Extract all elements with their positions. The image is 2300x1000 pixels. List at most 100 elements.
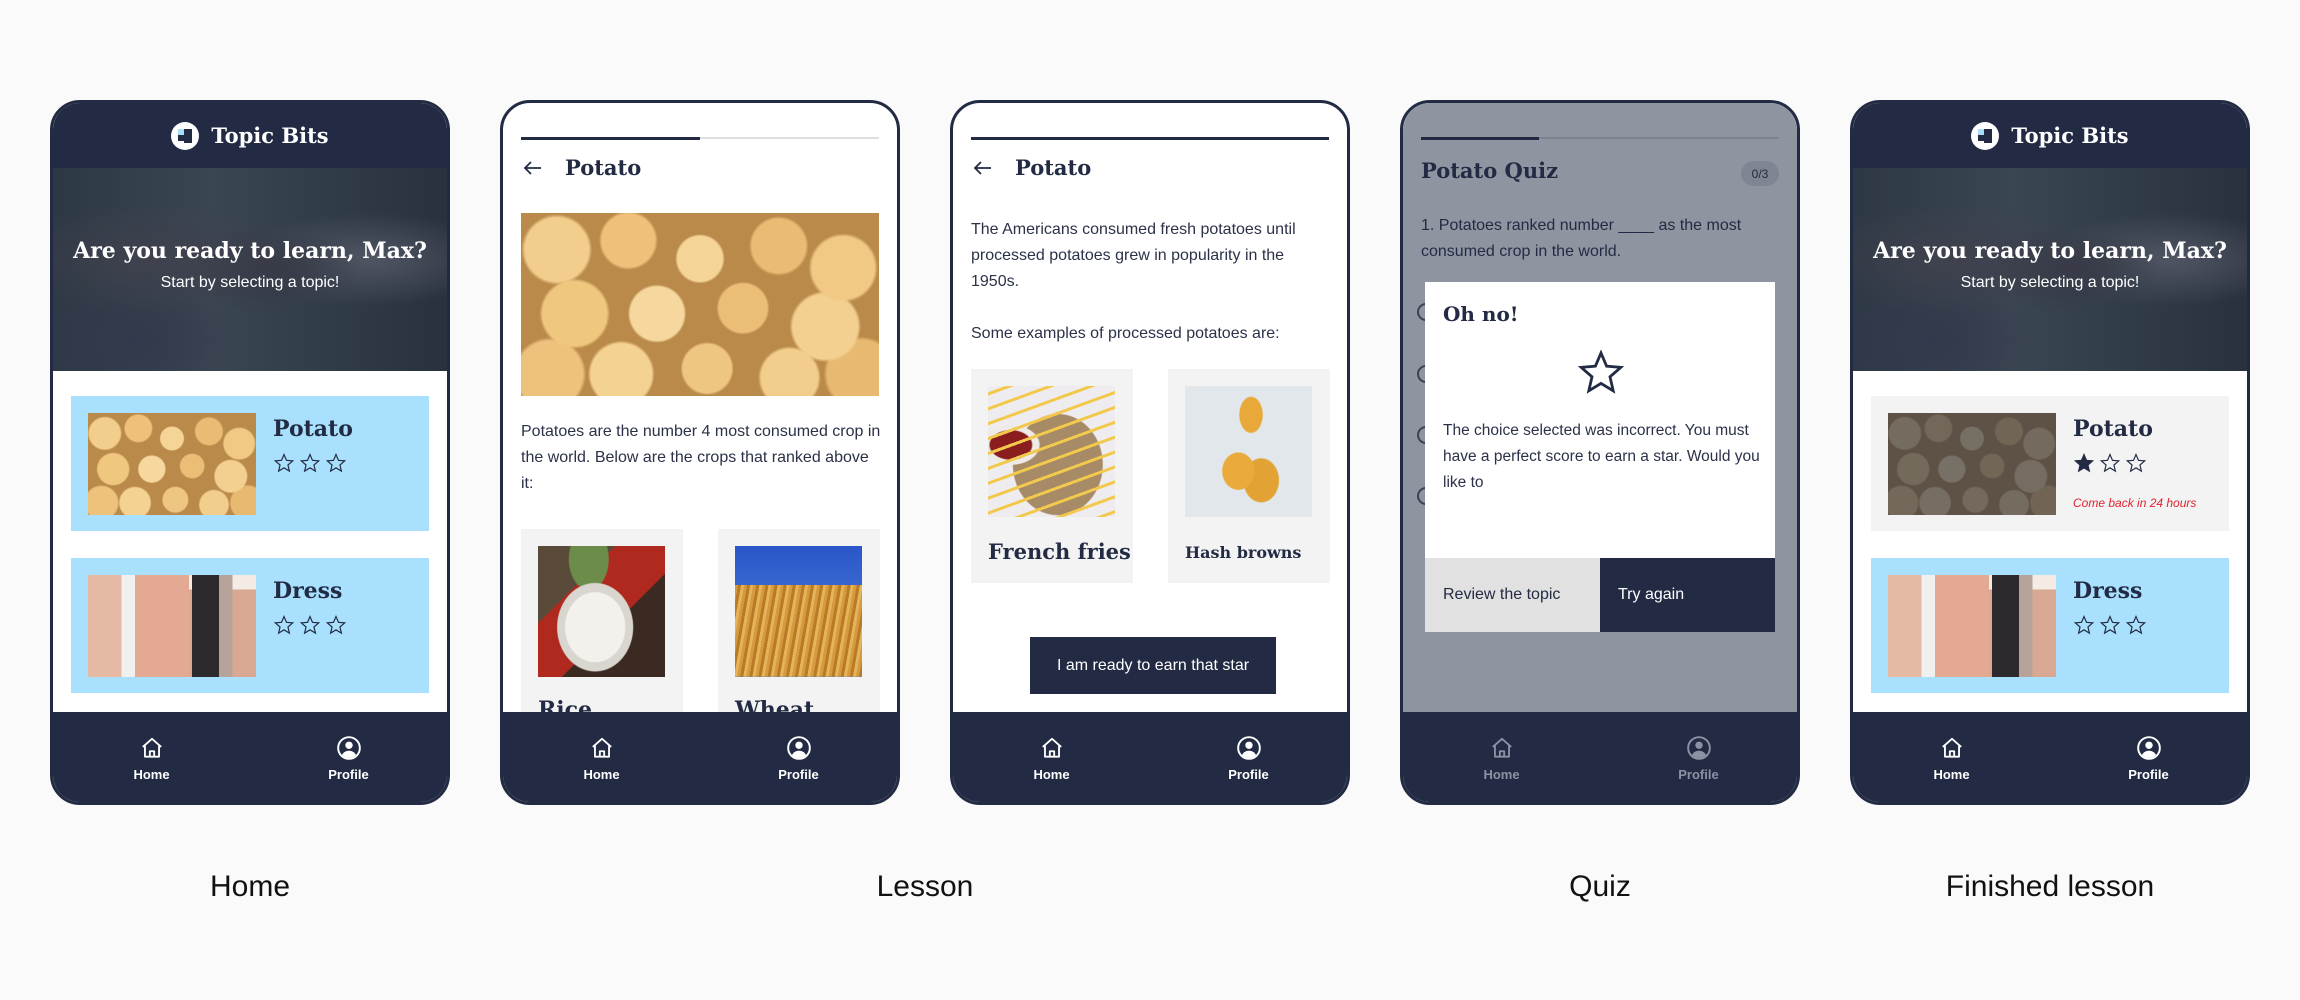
topic-name: Dress (2073, 578, 2143, 604)
nav-label: Profile (778, 766, 819, 782)
try-again-button[interactable]: Try again (1600, 558, 1775, 632)
star-rating (273, 452, 347, 474)
quiz-screen: Potato Quiz 0/3 1. Potatoes ranked numbe… (1400, 100, 1800, 805)
potato-hero-image (521, 213, 879, 396)
nav-item-profile[interactable]: Profile (250, 712, 447, 802)
bottom-nav: Home Profile (1403, 712, 1797, 802)
crop-card-wheat: Wheat (718, 529, 880, 729)
nav-label: Profile (328, 766, 369, 782)
lesson-progress-bar (971, 136, 1329, 140)
bottom-nav: Home Profile (953, 712, 1347, 802)
app-title: Topic Bits (2011, 123, 2129, 148)
nav-label: Home (1933, 766, 1970, 782)
topic-card-dress[interactable]: Dress (71, 558, 429, 693)
nav-label: Home (1033, 766, 1070, 782)
quiz-progress-bar (1421, 136, 1779, 140)
rice-image (538, 546, 665, 677)
profile-icon (336, 735, 362, 761)
lesson-header: Potato (971, 155, 1091, 180)
star-outline-icon (325, 452, 347, 474)
star-outline-icon (2125, 614, 2147, 636)
app-header: Topic Bits (53, 103, 447, 168)
progress-fill (971, 136, 1329, 140)
review-topic-button[interactable]: Review the topic (1425, 558, 1600, 632)
star-filled-icon (2073, 452, 2095, 474)
nav-label: Profile (1678, 766, 1719, 782)
lesson-paragraph-1: The Americans consumed fresh potatoes un… (971, 221, 1296, 290)
caption-lesson: Lesson (876, 870, 974, 903)
caption-home: Home (209, 870, 291, 903)
nav-item-profile[interactable]: Profile (1150, 712, 1347, 802)
topic-name: Potato (2073, 416, 2153, 442)
star-outline-icon (1577, 348, 1625, 396)
lesson-progress-bar (521, 136, 879, 140)
hash-browns-image (1185, 386, 1312, 517)
bottom-nav: Home Profile (53, 712, 447, 802)
profile-icon (1236, 735, 1262, 761)
crop-card-rice: Rice (521, 529, 683, 729)
home-screen: Topic Bits Are you ready to learn, Max? … (50, 100, 450, 805)
home-icon (139, 735, 165, 761)
nav-item-profile[interactable]: Profile (1600, 712, 1797, 802)
dress-image (1888, 575, 2056, 677)
star-outline-icon (2125, 452, 2147, 474)
back-arrow-icon[interactable] (971, 156, 995, 180)
food-name: Hash browns (1185, 543, 1302, 562)
quiz-question: 1. Potatoes ranked number ____ as the mo… (1421, 217, 1742, 260)
nav-item-home[interactable]: Home (1853, 712, 2050, 802)
star-outline-icon (2099, 452, 2121, 474)
modal-title: Oh no! (1443, 302, 1519, 326)
star-outline-icon (325, 614, 347, 636)
quiz-title: Potato Quiz (1421, 158, 1559, 183)
star-rating (2073, 452, 2147, 474)
topic-card-potato[interactable]: Potato (71, 396, 429, 531)
topic-name: Dress (273, 578, 343, 604)
modal-actions: Review the topic Try again (1425, 558, 1775, 632)
potato-image (1888, 413, 2056, 515)
nav-label: Home (133, 766, 170, 782)
topic-card-dress[interactable]: Dress (1871, 558, 2229, 693)
topic-card-potato[interactable]: Potato Come back in 24 hours (1871, 396, 2229, 531)
home-icon (1939, 735, 1965, 761)
nav-item-home[interactable]: Home (53, 712, 250, 802)
star-outline-icon (2099, 614, 2121, 636)
nav-item-profile[interactable]: Profile (2050, 712, 2247, 802)
app-title: Topic Bits (211, 123, 329, 148)
dress-image (88, 575, 256, 677)
home-icon (1489, 735, 1515, 761)
score-badge: 0/3 (1741, 161, 1779, 186)
food-name: French fries (988, 539, 1131, 564)
nav-item-home[interactable]: Home (503, 712, 700, 802)
cooldown-note: Come back in 24 hours (2073, 496, 2197, 510)
food-card-french-fries: French fries (971, 369, 1133, 583)
hero-banner: Are you ready to learn, Max? Start by se… (53, 168, 447, 371)
topic-name: Potato (273, 416, 353, 442)
food-card-hash-browns: Hash browns (1168, 369, 1330, 583)
app-header: Topic Bits (1853, 103, 2247, 168)
lesson-paragraph-2: Some examples of processed potatoes are: (971, 325, 1280, 342)
bottom-nav: Home Profile (503, 712, 897, 802)
progress-fill (521, 136, 700, 140)
lesson-title: Potato (1015, 155, 1092, 180)
french-fries-image (988, 386, 1115, 517)
nav-label: Home (1483, 766, 1520, 782)
nav-item-home[interactable]: Home (953, 712, 1150, 802)
topic-list: Potato Come back in 24 hours Dress (1853, 371, 2247, 718)
nav-item-profile[interactable]: Profile (700, 712, 897, 802)
profile-icon (2136, 735, 2162, 761)
lesson-paragraph: Potatoes are the number 4 most consumed … (521, 423, 881, 492)
star-rating (2073, 614, 2147, 636)
finished-lesson-screen: Topic Bits Are you ready to learn, Max? … (1850, 100, 2250, 805)
hero-subtitle: Start by selecting a topic! (1960, 273, 2140, 291)
nav-item-home[interactable]: Home (1403, 712, 1600, 802)
wheat-image (735, 546, 862, 677)
star-outline-icon (273, 452, 295, 474)
back-arrow-icon[interactable] (521, 156, 545, 180)
caption-quiz: Quiz (1569, 870, 1631, 903)
progress-fill (1421, 136, 1540, 140)
hero-banner: Are you ready to learn, Max? Start by se… (1853, 168, 2247, 371)
bottom-nav: Home Profile (1853, 712, 2247, 802)
lesson-screen-2: Potato The Americans consumed fresh pota… (950, 100, 1350, 805)
earn-star-button[interactable]: I am ready to earn that star (1030, 637, 1276, 694)
caption-finished-lesson: Finished lesson (1945, 870, 2155, 903)
